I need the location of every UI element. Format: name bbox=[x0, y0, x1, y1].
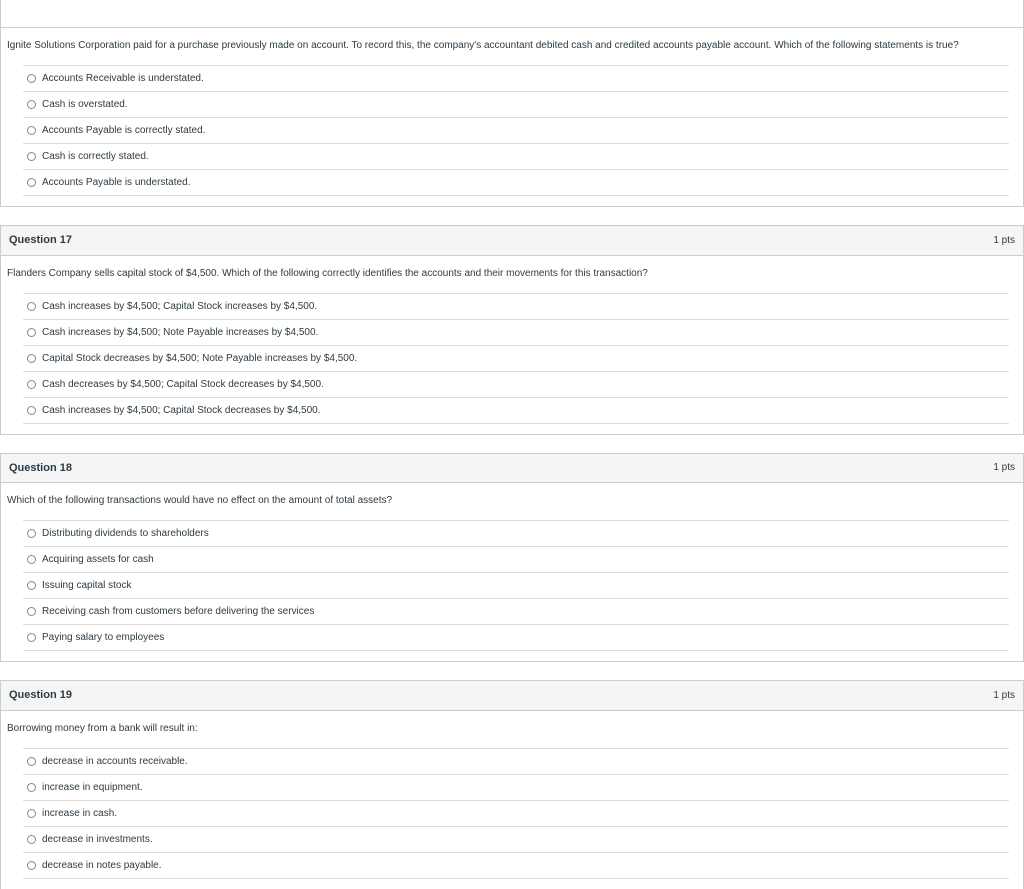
answers-partial: Accounts Receivable is understated. Cash… bbox=[23, 65, 1009, 196]
question-prompt: Flanders Company sells capital stock of … bbox=[5, 266, 1015, 281]
radio-icon[interactable] bbox=[27, 302, 36, 311]
radio-icon[interactable] bbox=[27, 861, 36, 870]
radio-icon[interactable] bbox=[27, 100, 36, 109]
question-title: Question 19 bbox=[9, 687, 72, 704]
radio-icon[interactable] bbox=[27, 178, 36, 187]
radio-icon[interactable] bbox=[27, 152, 36, 161]
answer-label: increase in cash. bbox=[42, 806, 117, 821]
question-header-18: Question 18 1 pts bbox=[1, 454, 1023, 484]
answer-label: decrease in investments. bbox=[42, 832, 153, 847]
radio-icon[interactable] bbox=[27, 328, 36, 337]
answer-label: Cash increases by $4,500; Capital Stock … bbox=[42, 403, 321, 418]
radio-icon[interactable] bbox=[27, 555, 36, 564]
question-title: Question 18 bbox=[9, 460, 72, 477]
radio-icon[interactable] bbox=[27, 354, 36, 363]
radio-icon[interactable] bbox=[27, 581, 36, 590]
answer-row[interactable]: Cash is overstated. bbox=[23, 91, 1009, 117]
answer-label: Cash increases by $4,500; Capital Stock … bbox=[42, 299, 317, 314]
answer-label: decrease in notes payable. bbox=[42, 858, 162, 873]
answer-label: Receiving cash from customers before del… bbox=[42, 604, 314, 619]
answers-17: Cash increases by $4,500; Capital Stock … bbox=[23, 293, 1009, 424]
radio-icon[interactable] bbox=[27, 835, 36, 844]
answer-row[interactable]: decrease in investments. bbox=[23, 826, 1009, 852]
answer-row[interactable]: decrease in accounts receivable. bbox=[23, 748, 1009, 774]
radio-icon[interactable] bbox=[27, 126, 36, 135]
question-block-19: Question 19 1 pts Borrowing money from a… bbox=[0, 680, 1024, 889]
radio-icon[interactable] bbox=[27, 74, 36, 83]
answer-row[interactable]: increase in cash. bbox=[23, 800, 1009, 826]
answer-label: Cash increases by $4,500; Note Payable i… bbox=[42, 325, 318, 340]
answer-row[interactable]: Paying salary to employees bbox=[23, 624, 1009, 651]
radio-icon[interactable] bbox=[27, 633, 36, 642]
answer-label: Issuing capital stock bbox=[42, 578, 132, 593]
answer-row[interactable]: Cash increases by $4,500; Capital Stock … bbox=[23, 293, 1009, 319]
answer-label: Cash decreases by $4,500; Capital Stock … bbox=[42, 377, 324, 392]
question-header-partial: Q bbox=[1, 0, 1023, 28]
answer-label: Accounts Receivable is understated. bbox=[42, 71, 204, 86]
answer-row[interactable]: increase in equipment. bbox=[23, 774, 1009, 800]
answer-row[interactable]: decrease in notes payable. bbox=[23, 852, 1009, 879]
question-block-17: Question 17 1 pts Flanders Company sells… bbox=[0, 225, 1024, 435]
answer-label: decrease in accounts receivable. bbox=[42, 754, 188, 769]
answers-19: decrease in accounts receivable. increas… bbox=[23, 748, 1009, 879]
answer-row[interactable]: Issuing capital stock bbox=[23, 572, 1009, 598]
question-header-17: Question 17 1 pts bbox=[1, 226, 1023, 256]
answer-row[interactable]: Accounts Payable is correctly stated. bbox=[23, 117, 1009, 143]
radio-icon[interactable] bbox=[27, 607, 36, 616]
answer-row[interactable]: Cash increases by $4,500; Capital Stock … bbox=[23, 397, 1009, 424]
question-prompt: Which of the following transactions woul… bbox=[5, 493, 1015, 508]
question-body-partial: Ignite Solutions Corporation paid for a … bbox=[1, 28, 1023, 206]
answer-row[interactable]: Accounts Payable is understated. bbox=[23, 169, 1009, 196]
radio-icon[interactable] bbox=[27, 809, 36, 818]
radio-icon[interactable] bbox=[27, 380, 36, 389]
answer-row[interactable]: Cash decreases by $4,500; Capital Stock … bbox=[23, 371, 1009, 397]
answer-label: increase in equipment. bbox=[42, 780, 143, 795]
answer-label: Accounts Payable is understated. bbox=[42, 175, 190, 190]
question-prompt: Borrowing money from a bank will result … bbox=[5, 721, 1015, 736]
question-body-18: Which of the following transactions woul… bbox=[1, 483, 1023, 661]
answer-label: Cash is correctly stated. bbox=[42, 149, 149, 164]
answer-row[interactable]: Capital Stock decreases by $4,500; Note … bbox=[23, 345, 1009, 371]
answer-row[interactable]: Receiving cash from customers before del… bbox=[23, 598, 1009, 624]
answer-row[interactable]: Acquiring assets for cash bbox=[23, 546, 1009, 572]
question-pts: 1 pts bbox=[993, 233, 1015, 248]
radio-icon[interactable] bbox=[27, 529, 36, 538]
question-header-19: Question 19 1 pts bbox=[1, 681, 1023, 711]
answer-label: Capital Stock decreases by $4,500; Note … bbox=[42, 351, 357, 366]
answer-row[interactable]: Cash increases by $4,500; Note Payable i… bbox=[23, 319, 1009, 345]
question-title: Question 17 bbox=[9, 232, 72, 249]
question-body-17: Flanders Company sells capital stock of … bbox=[1, 256, 1023, 434]
question-pts: 1 pts bbox=[993, 460, 1015, 475]
radio-icon[interactable] bbox=[27, 406, 36, 415]
answer-label: Acquiring assets for cash bbox=[42, 552, 154, 567]
question-prompt-partial: Ignite Solutions Corporation paid for a … bbox=[5, 38, 1015, 53]
question-block-18: Question 18 1 pts Which of the following… bbox=[0, 453, 1024, 663]
radio-icon[interactable] bbox=[27, 783, 36, 792]
answer-label: Paying salary to employees bbox=[42, 630, 164, 645]
answer-label: Distributing dividends to shareholders bbox=[42, 526, 209, 541]
answer-row[interactable]: Cash is correctly stated. bbox=[23, 143, 1009, 169]
question-pts: 1 pts bbox=[993, 688, 1015, 703]
answers-18: Distributing dividends to shareholders A… bbox=[23, 520, 1009, 651]
answer-row[interactable]: Accounts Receivable is understated. bbox=[23, 65, 1009, 91]
question-body-19: Borrowing money from a bank will result … bbox=[1, 711, 1023, 889]
answer-label: Accounts Payable is correctly stated. bbox=[42, 123, 205, 138]
radio-icon[interactable] bbox=[27, 757, 36, 766]
question-block-partial: Q Ignite Solutions Corporation paid for … bbox=[0, 0, 1024, 207]
answer-row[interactable]: Distributing dividends to shareholders bbox=[23, 520, 1009, 546]
answer-label: Cash is overstated. bbox=[42, 97, 128, 112]
